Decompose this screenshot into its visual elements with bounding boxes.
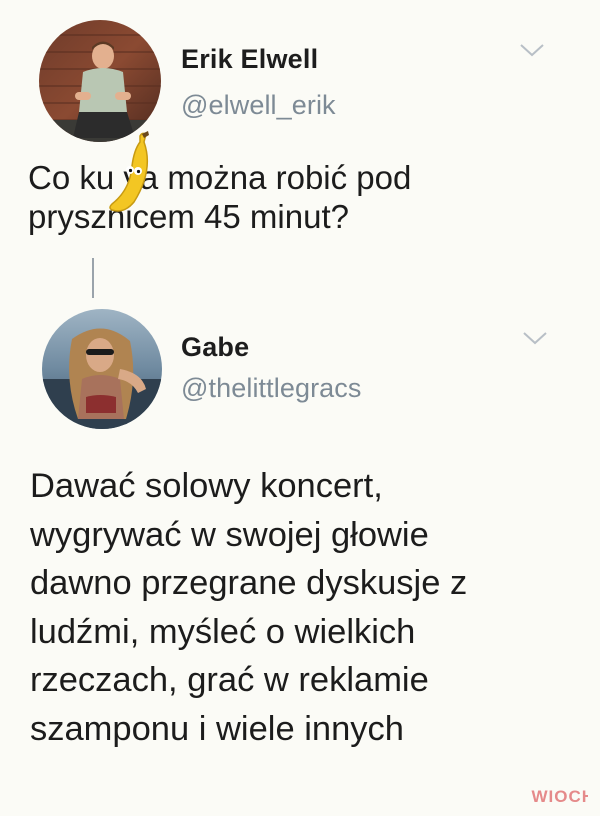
avatar-gabe[interactable] — [42, 309, 162, 429]
avatar-erik-elwell[interactable] — [39, 20, 161, 142]
wiocha-logo-icon: WIOCHA — [532, 787, 589, 806]
chevron-down-icon[interactable] — [519, 42, 545, 58]
profile-photo-woman-icon — [42, 309, 162, 429]
handle-erik[interactable]: @elwell_erik — [181, 90, 336, 121]
banana-emoji-sticker-icon — [109, 131, 149, 212]
display-name-gabe[interactable]: Gabe — [181, 332, 249, 363]
display-name-erik[interactable]: Erik Elwell — [181, 44, 318, 75]
watermark: WIOCHA — [509, 786, 589, 806]
chevron-down-icon[interactable] — [522, 330, 548, 346]
handle-gabe[interactable]: @thelittlegracs — [181, 373, 361, 404]
profile-photo-man-icon — [39, 20, 161, 142]
tweet-text-gabe: Dawać solowy koncert, wygrywać w swojej … — [30, 467, 468, 748]
watermark-text: WIOCHA — [532, 787, 589, 806]
thread-connector-line — [92, 258, 94, 298]
